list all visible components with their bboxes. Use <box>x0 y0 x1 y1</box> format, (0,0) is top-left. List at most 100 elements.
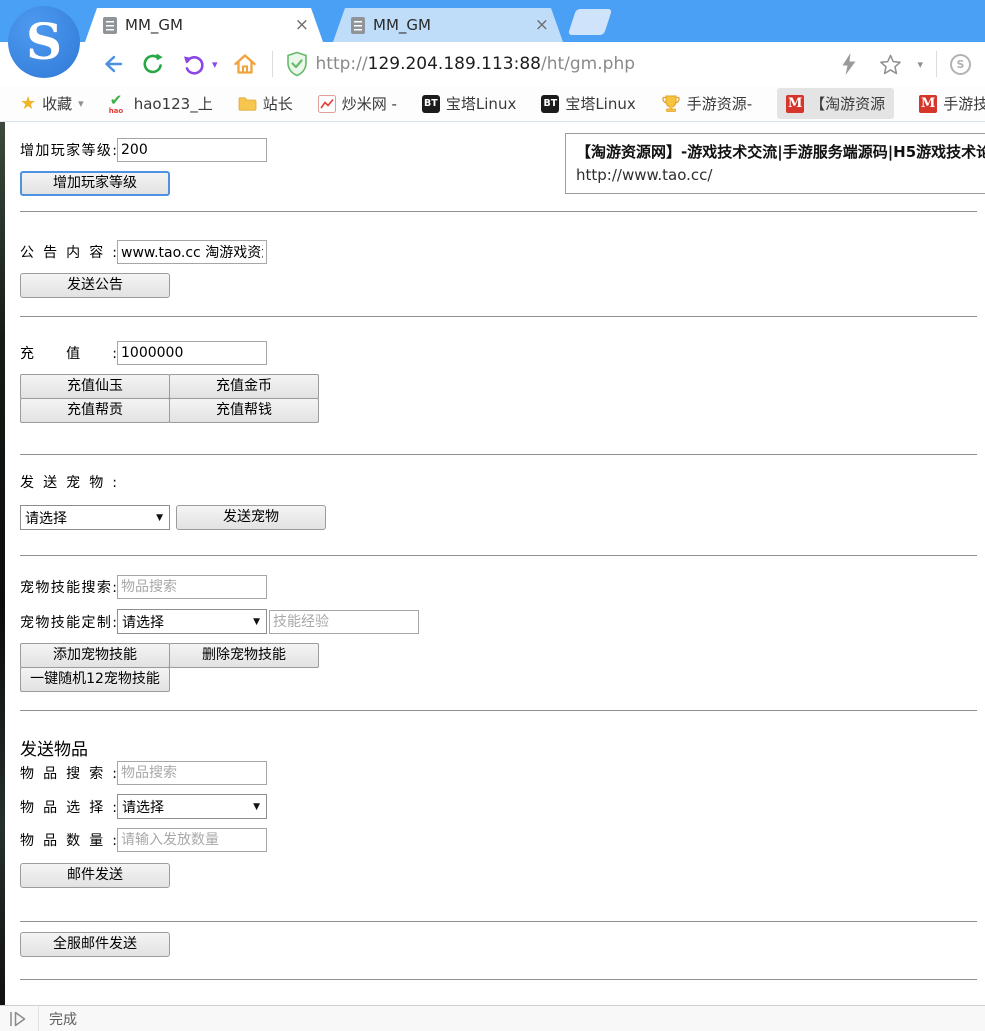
item-search-label: 物品搜索: <box>20 763 117 783</box>
section-divider <box>20 454 977 455</box>
bookmark-shouyou[interactable]: 手游资源- <box>661 93 752 114</box>
bookmark-label: 炒米网 - <box>342 93 397 114</box>
recharge-input[interactable] <box>117 341 267 365</box>
random-12-pet-skill-button[interactable]: 一键随机12宠物技能 <box>20 667 170 692</box>
security-shield-icon <box>286 51 308 77</box>
send-pet-button[interactable]: 发送宠物 <box>176 505 326 530</box>
bookmark-taoyou-hovered[interactable]: M 【淘游资源 <box>777 88 894 119</box>
recharge-row: 充值: <box>20 341 977 365</box>
hao123-icon: ✔hao <box>109 94 128 113</box>
bookmark-bt-linux-2[interactable]: BT 宝塔Linux <box>541 93 635 114</box>
skill-exp-input[interactable] <box>269 610 419 634</box>
pet-skill-search-input[interactable] <box>117 575 267 599</box>
tab-close-icon[interactable]: × <box>293 17 311 34</box>
tab-title: MM_GM <box>373 16 525 34</box>
url-path: /ht/gm.php <box>541 54 635 74</box>
notice-input[interactable] <box>117 240 267 264</box>
sogou-account-icon[interactable]: S <box>950 54 971 75</box>
speed-mode-button[interactable] <box>835 50 863 78</box>
bookmark-chaomi[interactable]: 炒米网 - <box>318 93 397 114</box>
chevron-down-icon: ▼ <box>156 513 163 523</box>
item-qty-input[interactable] <box>117 828 267 852</box>
home-icon <box>232 51 258 77</box>
status-bar: 完成 <box>0 1005 985 1031</box>
item-search-input[interactable] <box>117 761 267 785</box>
item-search-row: 物品搜索: <box>20 761 977 785</box>
bookmark-label: 宝塔Linux <box>565 93 635 114</box>
favorite-caret-icon[interactable]: ▾ <box>917 58 923 71</box>
sidebar-play-icon <box>8 1010 28 1028</box>
browser-logo-letter: S <box>26 17 62 67</box>
undo-button[interactable] <box>180 50 208 78</box>
favorite-star-button[interactable] <box>876 50 904 78</box>
recharge-xianyu-button[interactable]: 充值仙玉 <box>20 374 170 399</box>
star-outline-icon <box>879 53 902 76</box>
pet-label-row: 发送宠物: <box>20 472 977 492</box>
url-text[interactable]: http://129.204.189.113:88/ht/gm.php <box>316 54 635 74</box>
all-server-mail-button[interactable]: 全服邮件发送 <box>20 932 170 957</box>
item-select[interactable]: 请选择 ▼ <box>117 794 267 819</box>
bookmarks-bar: ★ 收藏 ▾ ✔hao hao123_上 站长 炒米网 - BT 宝塔Linux… <box>0 86 985 122</box>
sidebar-toggle-button[interactable] <box>8 1010 28 1028</box>
chart-icon <box>318 95 336 113</box>
pet-skill-search-row: 宠物技能搜索: <box>20 575 977 599</box>
pet-select[interactable]: 请选择 ▼ <box>20 505 170 530</box>
lightning-icon <box>840 52 858 76</box>
bookmark-folder-zhanzhang[interactable]: 站长 <box>238 93 293 114</box>
tooltip-url: http://www.tao.cc/ <box>576 166 976 184</box>
add-pet-skill-button[interactable]: 添加宠物技能 <box>20 643 170 668</box>
recharge-banggong-button[interactable]: 充值帮贡 <box>20 398 170 423</box>
tooltip-title: 【淘游资源网】-游戏技术交流|手游服务端源码|H5游戏技术论 <box>576 141 976 162</box>
home-button[interactable] <box>231 50 259 78</box>
bt-panel-icon: BT <box>422 95 440 113</box>
undo-caret-icon[interactable]: ▾ <box>212 58 218 71</box>
bookmark-label: 收藏 <box>42 93 72 114</box>
url-host: 129.204.189.113:88 <box>368 54 541 74</box>
back-button[interactable] <box>98 50 126 78</box>
delete-pet-skill-button[interactable]: 删除宠物技能 <box>169 643 319 668</box>
section-divider <box>20 555 977 556</box>
bookmark-label: 手游技术交 <box>943 93 985 114</box>
item-qty-row: 物品数量: <box>20 828 977 852</box>
refresh-button[interactable] <box>139 50 167 78</box>
send-notice-button[interactable]: 发送公告 <box>20 273 170 298</box>
pet-skill-custom-label: 宠物技能定制: <box>20 612 117 632</box>
bookmark-shouyou-jishu[interactable]: M 手游技术交 <box>919 93 985 114</box>
undo-icon <box>182 52 206 76</box>
page-doc-icon <box>103 17 117 34</box>
page-doc-icon <box>351 17 365 34</box>
browser-logo[interactable]: S <box>8 6 80 78</box>
gm-page: 增加玩家等级: 增加玩家等级 公告内容: 发送公告 充值: 充值仙玉 充值金币 … <box>0 122 985 1005</box>
url-scheme: http:// <box>316 54 368 74</box>
recharge-bangqian-button[interactable]: 充值帮钱 <box>169 398 319 423</box>
tab-mm-gm-active[interactable]: MM_GM × <box>85 8 323 42</box>
section-divider <box>20 211 977 212</box>
select-value: 请选择 <box>122 612 164 632</box>
section-divider <box>20 921 977 922</box>
bookmark-label: 【淘游资源 <box>810 93 885 114</box>
pet-skill-buttons: 添加宠物技能 删除宠物技能 一键随机12宠物技能 <box>20 643 324 692</box>
tab-close-icon[interactable]: × <box>533 17 551 34</box>
browser-toolbar: ▾ http://129.204.189.113:88/ht/gm.php ▾ … <box>0 42 985 86</box>
bookmark-hao123[interactable]: ✔hao hao123_上 <box>109 93 213 114</box>
add-level-button[interactable]: 增加玩家等级 <box>20 171 170 196</box>
chevron-down-icon: ▼ <box>253 802 260 812</box>
recharge-gold-button[interactable]: 充值金币 <box>169 374 319 399</box>
tab-title: MM_GM <box>125 16 285 34</box>
bookmark-label: 宝塔Linux <box>446 93 516 114</box>
toolbar-divider <box>936 51 937 77</box>
new-tab-button[interactable] <box>568 9 612 35</box>
pet-skill-select[interactable]: 请选择 ▼ <box>117 609 267 634</box>
level-label: 增加玩家等级: <box>20 140 117 160</box>
refresh-icon <box>141 52 165 76</box>
mail-send-button[interactable]: 邮件发送 <box>20 863 170 888</box>
bookmark-label: 手游资源- <box>687 93 752 114</box>
trophy-icon <box>661 94 681 114</box>
bookmark-favorites[interactable]: ★ 收藏 ▾ <box>20 93 84 114</box>
address-bar[interactable]: http://129.204.189.113:88/ht/gm.php <box>286 51 823 77</box>
bookmark-bt-linux-1[interactable]: BT 宝塔Linux <box>422 93 516 114</box>
m-site-icon: M <box>786 95 804 113</box>
tab-mm-gm-inactive[interactable]: MM_GM × <box>333 8 563 42</box>
recharge-label: 充值: <box>20 343 117 363</box>
level-input[interactable] <box>117 138 267 162</box>
